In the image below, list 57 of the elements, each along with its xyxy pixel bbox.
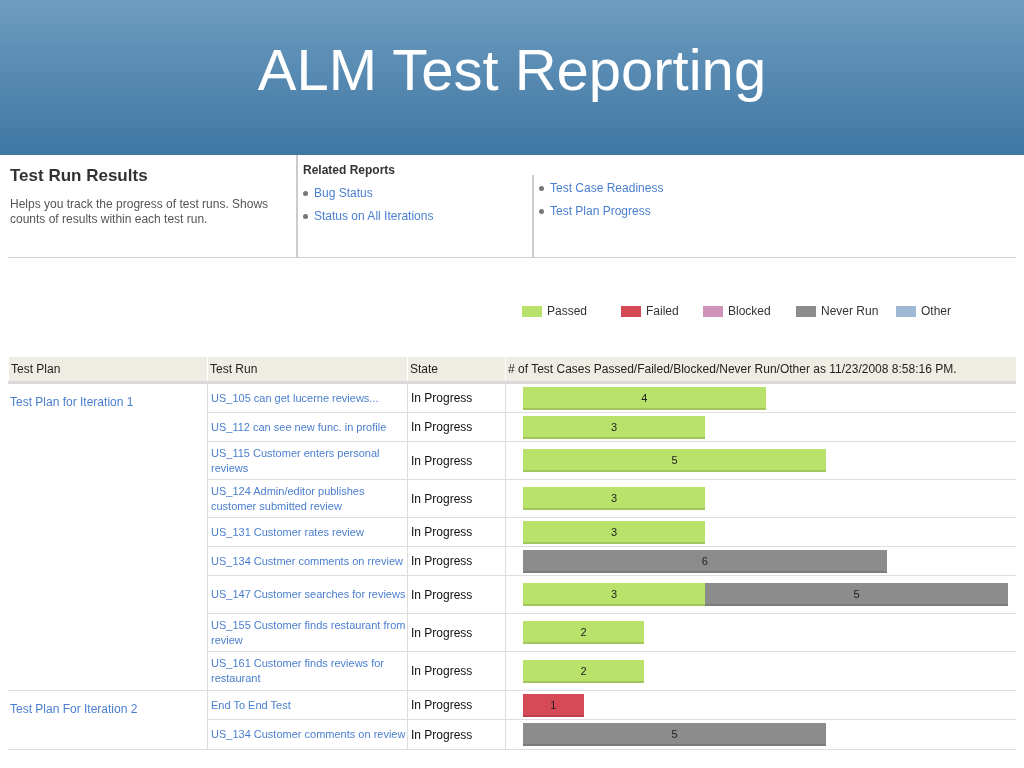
state-text: In Progress [411, 452, 473, 470]
result-bar: 3 [523, 415, 705, 439]
column-header: State [407, 357, 505, 381]
related-report-link[interactable]: Test Plan Progress [550, 202, 651, 220]
slide-title: ALM Test Reporting [257, 40, 767, 104]
bullet-icon [539, 208, 544, 214]
report-description: Helps you track the progress of test runs. Shows counts of results within each test run. [10, 196, 270, 227]
test-run-link[interactable]: US_105 can get lucerne reviews... [211, 390, 379, 406]
related-reports-heading: Related Reports [303, 162, 397, 179]
legend-label: Other [921, 303, 951, 320]
result-bar: 3 [523, 583, 705, 606]
column-header: # of Test Cases Passed/Failed/Blocked/Never Run/Other as 11/23/2008 8:58:16 PM. [505, 357, 1016, 381]
test-run-link[interactable]: US_134 Custmer comments on rreview [211, 553, 403, 569]
state-text: In Progress [411, 390, 473, 407]
bullet-icon [303, 190, 308, 196]
bullet-icon [539, 185, 544, 191]
related-report-link[interactable]: Test Case Readiness [550, 179, 664, 197]
state-text: In Progress [411, 490, 473, 508]
test-run-link[interactable]: US_161 Customer finds reviews for restaurant [211, 656, 407, 686]
state-text: In Progress [411, 586, 473, 604]
state-text: In Progress [411, 419, 473, 436]
related-report-link[interactable]: Status on All Iterations [314, 207, 434, 225]
report-title: Test Run Results [10, 165, 149, 187]
legend-label: Blocked [728, 303, 771, 320]
column-header: Test Plan [8, 357, 207, 381]
test-run-link[interactable]: End To End Test [211, 697, 291, 713]
test-run-link[interactable]: US_131 Customer rates review [211, 524, 364, 540]
result-bar: 6 [523, 549, 887, 573]
legend-label: Passed [547, 303, 588, 320]
result-bar: 3 [523, 487, 705, 510]
test-run-link[interactable]: US_115 Customer enters personal reviews [211, 445, 407, 476]
state-text: In Progress [411, 524, 473, 541]
result-bar: 5 [523, 449, 827, 472]
test-run-link[interactable]: US_147 Customer searches for reviews [211, 587, 406, 602]
related-report-link[interactable]: Bug Status [314, 184, 373, 202]
state-text: In Progress [411, 663, 473, 680]
result-bar: 2 [523, 659, 645, 683]
column-header: Test Run [207, 357, 407, 381]
state-text: In Progress [411, 624, 473, 642]
result-bar: 2 [523, 621, 645, 644]
test-run-link[interactable]: US_155 Customer finds restaurant from review [211, 617, 407, 648]
result-bar: 5 [704, 583, 1008, 606]
test-plan-link[interactable]: Test Plan for Iteration 1 [10, 395, 134, 409]
result-bar: 3 [523, 520, 705, 544]
legend-label: Failed [646, 303, 679, 320]
result-bar: 5 [523, 723, 827, 746]
state-text: In Progress [411, 553, 473, 570]
test-run-link[interactable]: US_112 can see new func. in profile [211, 419, 387, 435]
legend-label: Never Run [821, 303, 879, 320]
test-run-link[interactable]: US_134 Customer comments on review [211, 727, 406, 742]
bullet-icon [303, 213, 308, 219]
result-bar: 4 [523, 386, 766, 410]
test-plan-link[interactable]: Test Plan For Iteration 2 [10, 702, 138, 716]
result-bar: 1 [523, 693, 584, 717]
state-text: In Progress [411, 726, 473, 744]
state-text: In Progress [411, 697, 473, 714]
test-run-link[interactable]: US_124 Admin/editor publishes customer submitted review [211, 483, 407, 514]
